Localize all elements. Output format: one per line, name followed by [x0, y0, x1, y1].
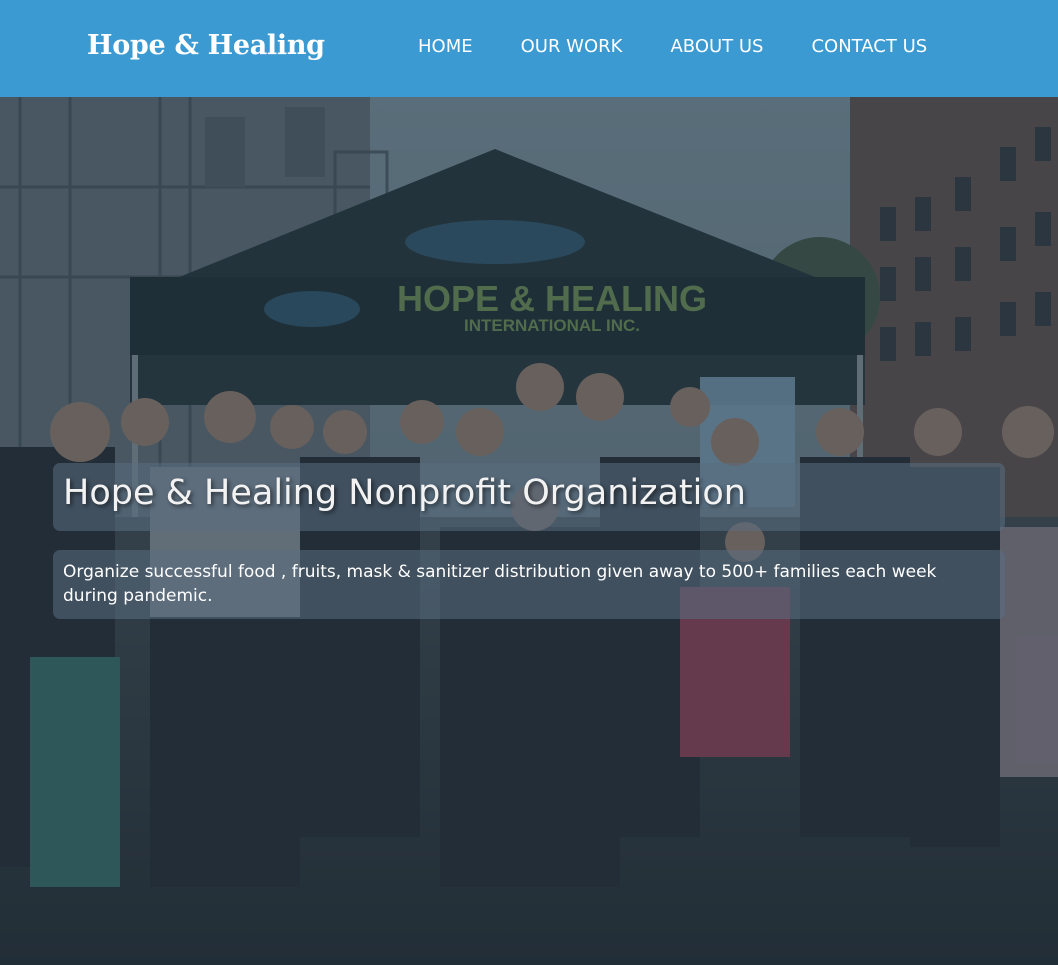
main-nav: HOME OUR WORK ABOUT US CONTACT US	[418, 36, 927, 57]
hero-headline-box: Hope & Healing Nonprofit Organization	[53, 463, 1005, 531]
top-navbar: Hope & Healing HOME OUR WORK ABOUT US CO…	[0, 0, 1058, 97]
nav-about-us-link[interactable]: ABOUT US	[670, 36, 763, 57]
hero-subtext-box: Organize successful food , fruits, mask …	[53, 550, 1005, 619]
hero-dark-overlay	[0, 97, 1058, 965]
nav-our-work-link[interactable]: OUR WORK	[521, 36, 623, 57]
hero-section: HOPE & HEALING INTERNATIONAL INC. Hope &…	[0, 97, 1058, 965]
nav-home-link[interactable]: HOME	[418, 36, 473, 57]
nav-contact-us-link[interactable]: CONTACT US	[811, 36, 927, 57]
brand-logo-link[interactable]: Hope & Healing	[87, 30, 325, 61]
hero-headline: Hope & Healing Nonprofit Organization	[63, 473, 746, 513]
hero-subtext: Organize successful food , fruits, mask …	[63, 562, 937, 606]
